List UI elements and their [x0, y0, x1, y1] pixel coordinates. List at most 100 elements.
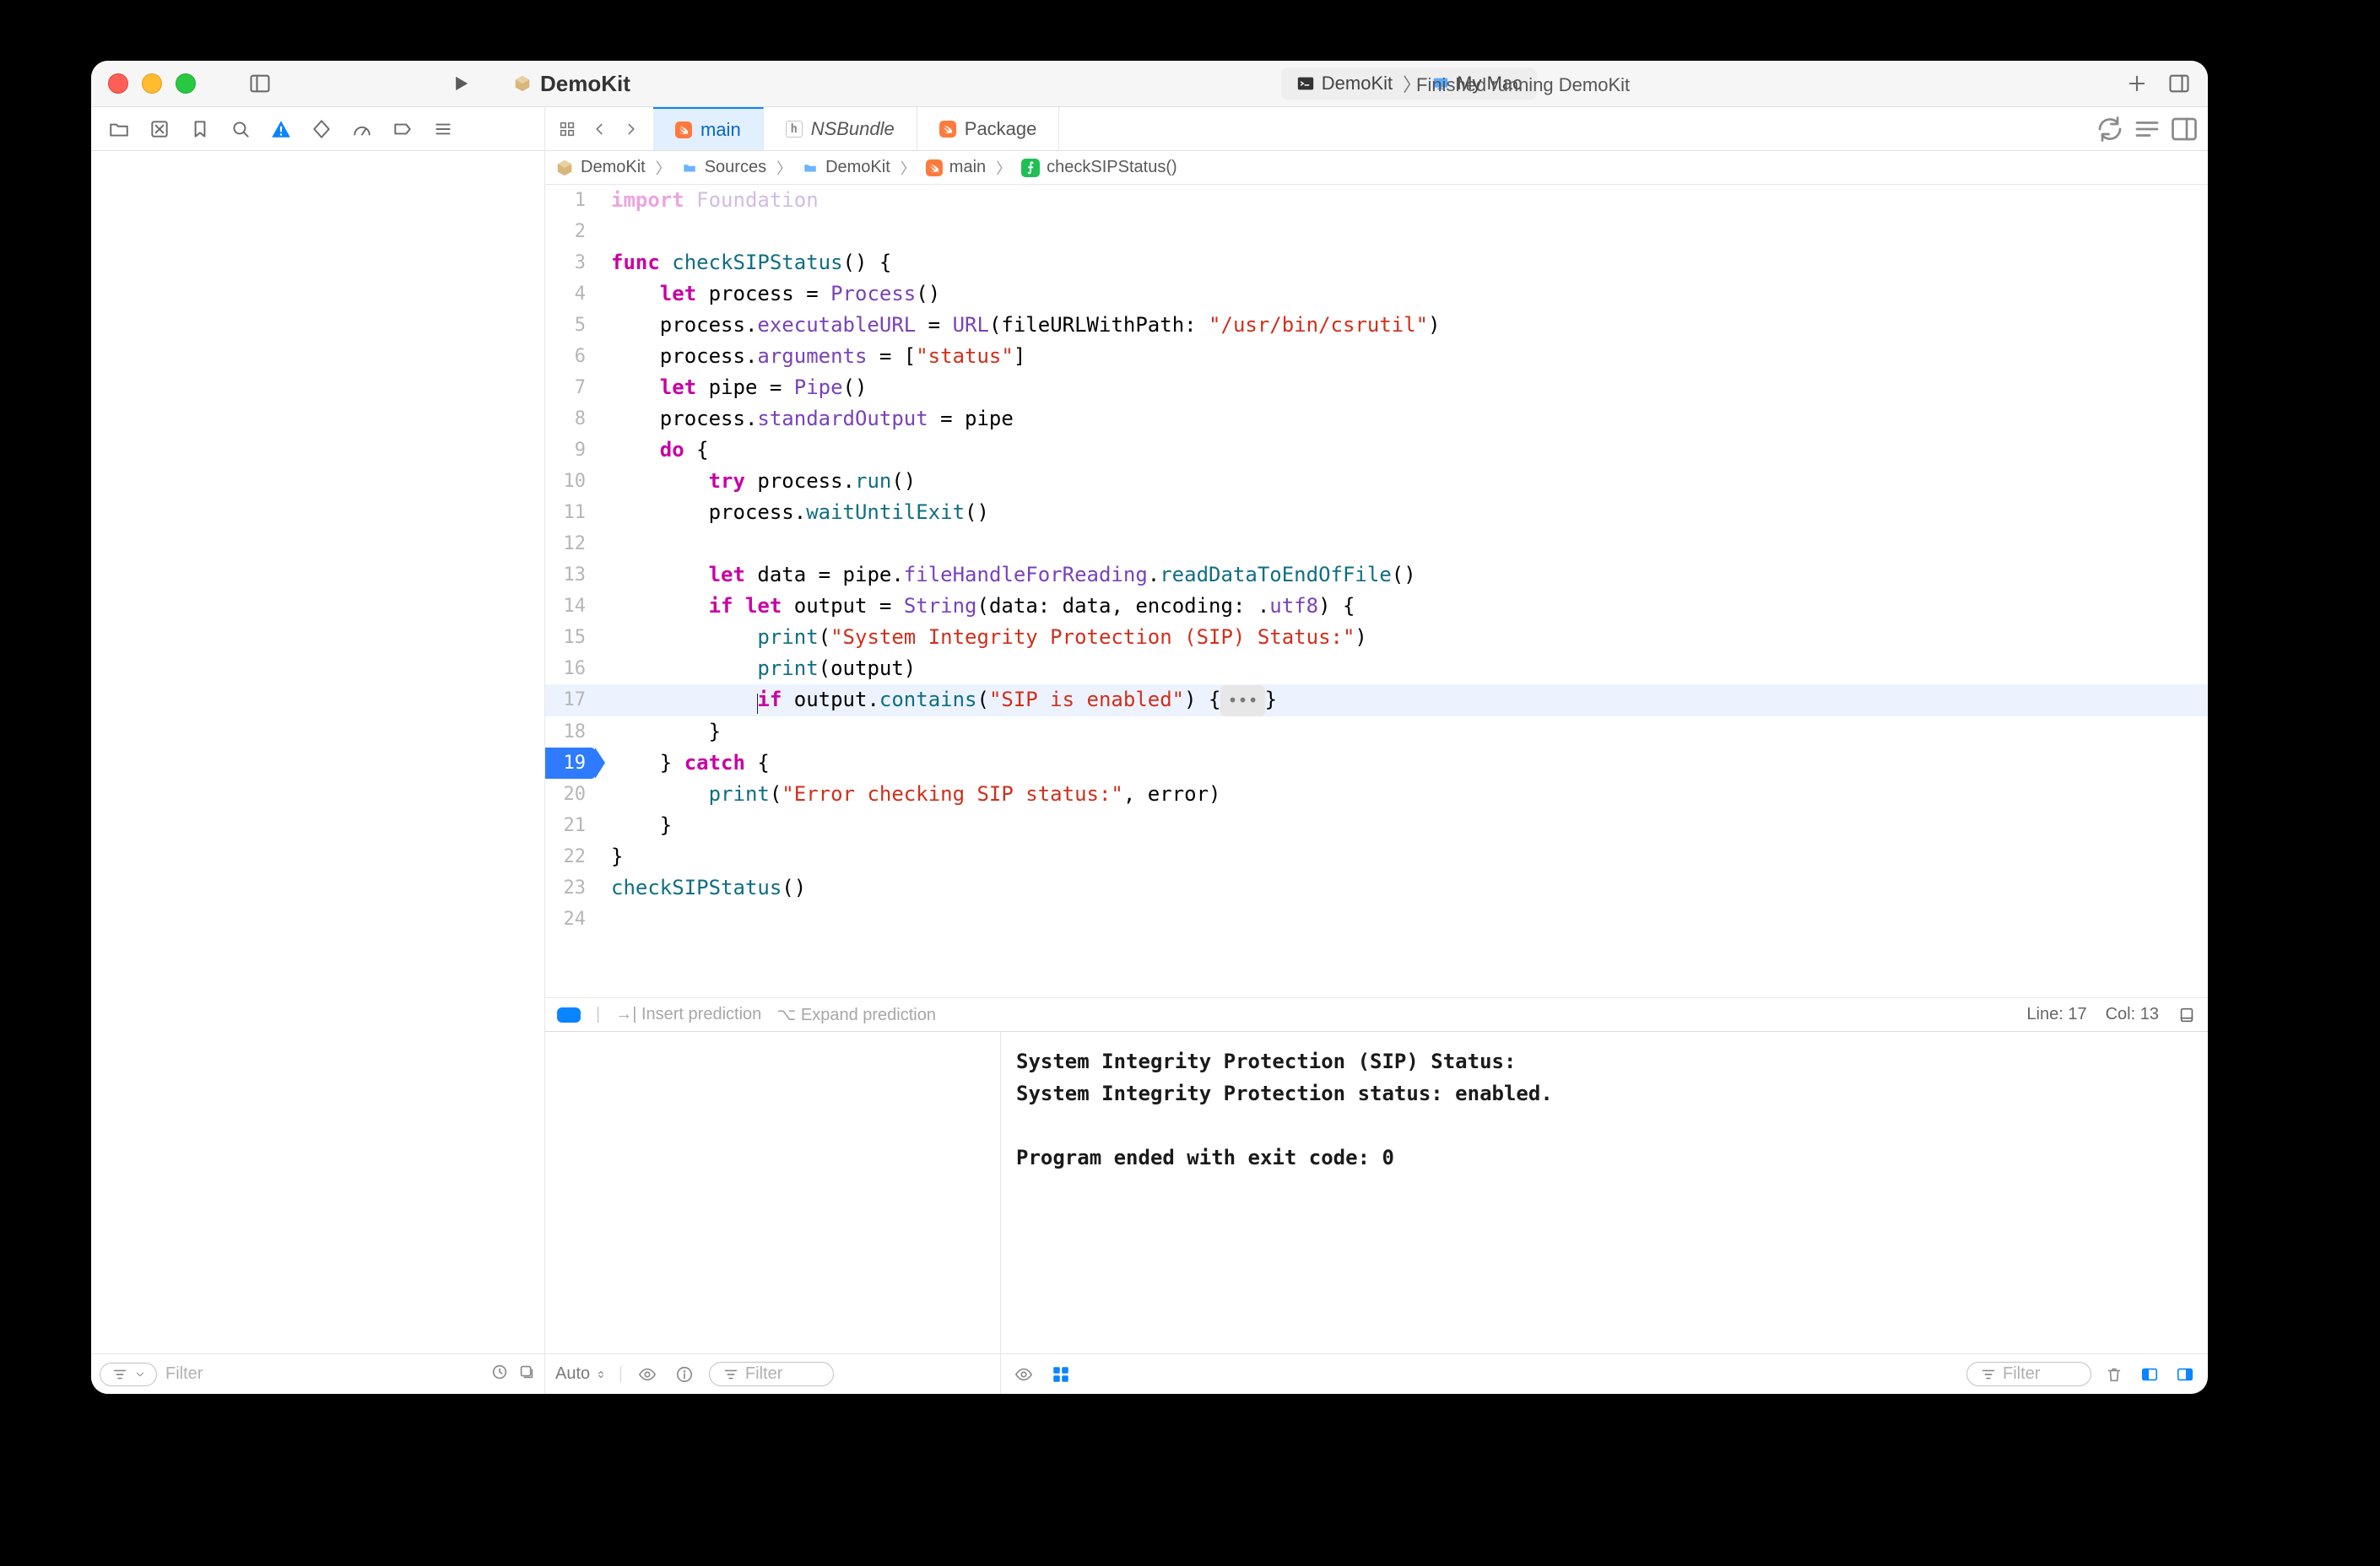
gutter-line-number[interactable]: 11 — [545, 497, 596, 528]
code-line[interactable]: let data = pipe.fileHandleForReading.rea… — [596, 559, 2208, 591]
variables-filter-input[interactable] — [745, 1364, 821, 1384]
code-line[interactable]: checkSIPStatus() — [596, 872, 2208, 904]
code-line[interactable]: print("System Integrity Protection (SIP)… — [596, 622, 2208, 653]
variables-view[interactable]: Auto | — [545, 1032, 1001, 1394]
gutter-line-number[interactable]: 24 — [545, 904, 596, 935]
tab-nsbundle[interactable]: h NSBundle — [764, 107, 917, 150]
add-editor-button[interactable] — [2169, 114, 2199, 144]
gutter-line-number[interactable]: 17 — [545, 684, 596, 716]
maximize-button[interactable] — [176, 73, 196, 94]
variables-filter[interactable] — [709, 1362, 834, 1386]
gutter-line-number[interactable]: 10 — [545, 466, 596, 497]
code-line[interactable]: func checkSIPStatus() { — [596, 247, 2208, 278]
code-line[interactable]: process.arguments = ["status"] — [596, 341, 2208, 372]
close-button[interactable] — [108, 73, 128, 94]
code-line[interactable] — [596, 904, 2208, 935]
minimap-toggle-icon[interactable] — [2177, 1006, 2196, 1024]
go-forward-button[interactable] — [616, 114, 646, 144]
gutter-line-number[interactable]: 3 — [545, 247, 596, 278]
bookmarks-navigator-tab[interactable] — [182, 114, 218, 144]
gutter-line-number[interactable]: 12 — [545, 528, 596, 559]
quicklook-button[interactable] — [635, 1362, 660, 1387]
refresh-button[interactable] — [2095, 114, 2125, 144]
gutter-line-number[interactable]: 2 — [545, 216, 596, 247]
code-line[interactable]: } — [596, 716, 2208, 748]
code-line[interactable]: try process.run() — [596, 466, 2208, 497]
gutter-line-number[interactable]: 23 — [545, 872, 596, 904]
gutter-line-number[interactable]: 9 — [545, 435, 596, 466]
refresh-icon — [2095, 114, 2125, 144]
code-line[interactable]: print(output) — [596, 653, 2208, 684]
go-back-button[interactable] — [584, 114, 614, 144]
show-variables-button[interactable] — [2137, 1362, 2162, 1387]
gutter-line-number[interactable]: 21 — [545, 810, 596, 841]
console-filter[interactable] — [1966, 1362, 2091, 1386]
code-line[interactable]: do { — [596, 435, 2208, 466]
code-line[interactable]: print("Error checking SIP status:", erro… — [596, 779, 2208, 810]
code-fold-ellipsis[interactable]: ••• — [1220, 685, 1264, 716]
gutter-line-number[interactable]: 22 — [545, 841, 596, 872]
tab-main[interactable]: main — [653, 107, 764, 150]
tests-navigator-tab[interactable] — [304, 114, 339, 144]
reports-navigator-tab[interactable] — [425, 114, 461, 144]
breakpoints-navigator-tab[interactable] — [385, 114, 420, 144]
gutter-line-number[interactable]: 8 — [545, 403, 596, 435]
gutter-line-number[interactable]: 20 — [545, 779, 596, 810]
code-line[interactable]: process.standardOutput = pipe — [596, 403, 2208, 435]
info-button[interactable] — [672, 1362, 697, 1387]
run-button[interactable] — [444, 68, 478, 99]
find-navigator-tab[interactable] — [223, 114, 258, 144]
swift-file-icon — [926, 159, 943, 176]
code-line[interactable]: } — [596, 841, 2208, 872]
editor-layout-button[interactable] — [2132, 114, 2162, 144]
gutter-line-number[interactable]: 6 — [545, 341, 596, 372]
gutter-line-number[interactable]: 4 — [545, 278, 596, 310]
minimize-button[interactable] — [142, 73, 162, 94]
code-line[interactable]: } catch { — [596, 748, 2208, 779]
code-line[interactable]: let process = Process() — [596, 278, 2208, 310]
console-filter-input[interactable] — [2003, 1364, 2079, 1384]
tab-package[interactable]: Package — [917, 107, 1060, 150]
code-line[interactable]: import Foundation — [596, 185, 2208, 216]
debugger-output-button[interactable] — [1048, 1362, 1074, 1387]
gutter-line-number[interactable]: 1 — [545, 185, 596, 216]
navigator-filter-input[interactable] — [165, 1364, 482, 1384]
console-output[interactable]: System Integrity Protection (SIP) Status… — [1001, 1032, 2208, 1353]
source-editor[interactable]: 1import Foundation23func checkSIPStatus(… — [545, 185, 2208, 997]
console-visibility-button[interactable] — [1011, 1362, 1036, 1387]
add-button[interactable] — [2120, 68, 2154, 99]
source-control-navigator-tab[interactable] — [142, 114, 177, 144]
code-line[interactable]: if let output = String(data: data, encod… — [596, 591, 2208, 622]
code-line[interactable]: let pipe = Pipe() — [596, 372, 2208, 403]
gutter-line-number[interactable]: 19 — [545, 748, 596, 779]
scm-filter-button[interactable] — [517, 1363, 536, 1385]
debug-navigator-tab[interactable] — [344, 114, 380, 144]
show-console-button[interactable] — [2172, 1362, 2198, 1387]
code-line[interactable]: process.waitUntilExit() — [596, 497, 2208, 528]
recent-filter-button[interactable] — [490, 1363, 509, 1385]
project-navigator-tab[interactable] — [101, 114, 137, 144]
code-line[interactable]: process.executableURL = URL(fileURLWithP… — [596, 310, 2208, 341]
gutter-line-number[interactable]: 18 — [545, 716, 596, 748]
code-line[interactable]: if output.contains("SIP is enabled") {••… — [596, 684, 2208, 716]
gutter-line-number[interactable]: 15 — [545, 622, 596, 653]
code-line[interactable] — [596, 528, 2208, 559]
navigator-content[interactable] — [91, 151, 544, 1353]
issues-navigator-tab[interactable] — [263, 114, 299, 144]
gutter-line-number[interactable]: 16 — [545, 653, 596, 684]
code-line[interactable]: } — [596, 810, 2208, 841]
search-icon — [230, 118, 252, 140]
clear-console-button[interactable] — [2101, 1362, 2127, 1387]
code-line[interactable] — [596, 216, 2208, 247]
gutter-line-number[interactable]: 7 — [545, 372, 596, 403]
variables-scope-selector[interactable]: Auto — [555, 1364, 607, 1384]
jump-bar[interactable]: DemoKit 〉 Sources 〉 DemoKit 〉 main 〉 ⨍ch… — [545, 151, 2208, 185]
toggle-navigator-button[interactable] — [243, 68, 277, 99]
related-items-button[interactable] — [552, 114, 582, 144]
gutter-line-number[interactable]: 5 — [545, 310, 596, 341]
gutter-line-number[interactable]: 14 — [545, 591, 596, 622]
gutter-line-number[interactable]: 13 — [545, 559, 596, 591]
filter-scope-button[interactable] — [100, 1363, 157, 1386]
toggle-inspector-button[interactable] — [2162, 68, 2196, 99]
scheme-selector[interactable]: DemoKit — [513, 71, 630, 97]
